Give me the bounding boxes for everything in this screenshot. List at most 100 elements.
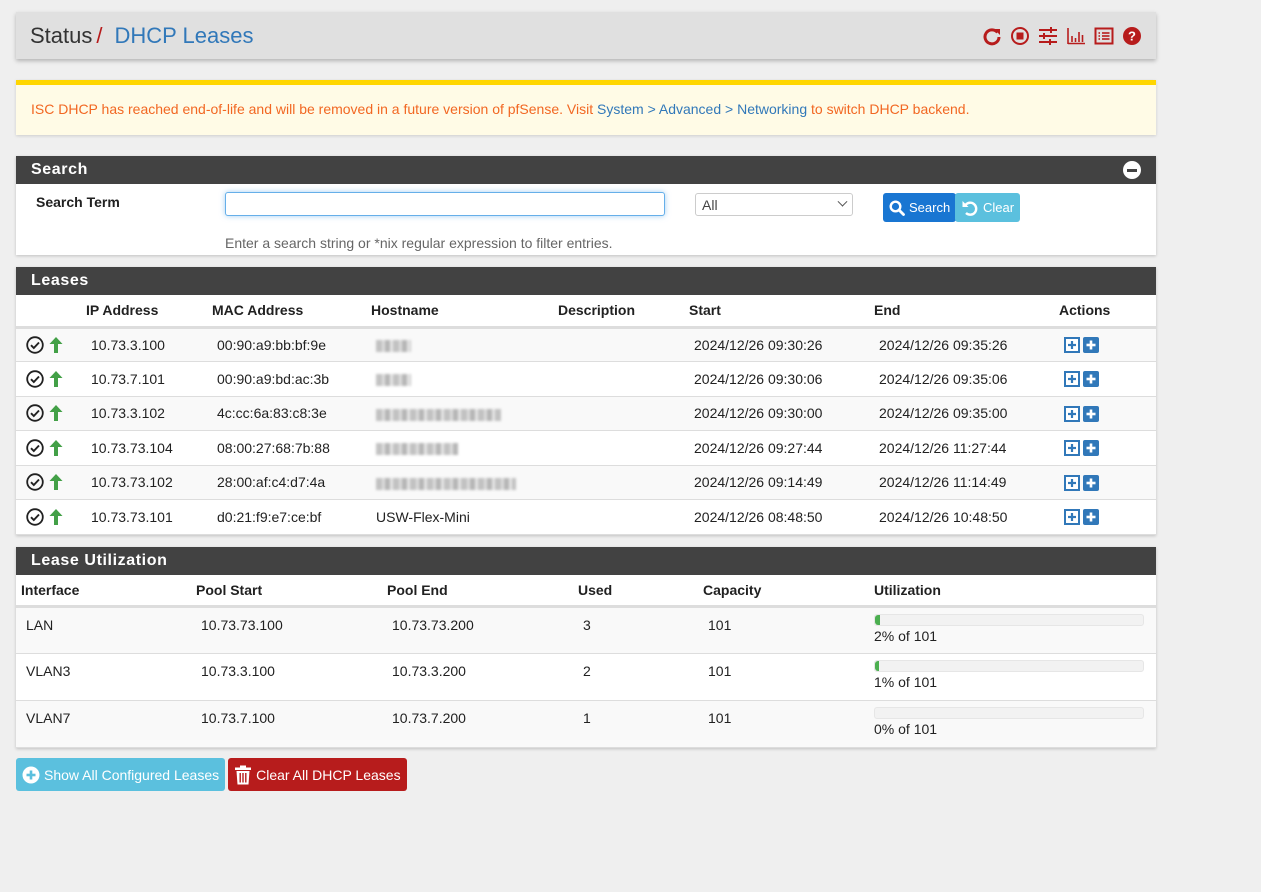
col-end[interactable]: End: [874, 295, 1059, 329]
check-circle-icon: [26, 336, 44, 354]
col-pool-start: Pool Start: [196, 574, 387, 608]
util-capacity: 101: [703, 653, 874, 701]
redacted-hostname: [376, 408, 501, 421]
col-description[interactable]: Description: [558, 295, 689, 329]
online-arrow-up-icon: [48, 404, 64, 422]
lease-ip: 10.73.73.104: [86, 430, 212, 466]
lease-start: 2024/12/26 09:30:26: [689, 327, 874, 362]
lease-start: 2024/12/26 09:30:00: [689, 396, 874, 431]
bar-chart-icon[interactable]: [1065, 25, 1086, 46]
settings-sliders-icon[interactable]: [1037, 25, 1058, 46]
lease-ip: 10.73.3.100: [86, 327, 212, 362]
util-capacity: 101: [703, 700, 874, 748]
lease-actions: [1059, 361, 1156, 397]
lease-ip: 10.73.73.102: [86, 465, 212, 500]
util-used: 3: [578, 606, 703, 654]
utilization-table: Interface Pool Start Pool End Used Capac…: [16, 574, 1156, 748]
col-interface: Interface: [16, 574, 196, 608]
page-wrapper: Status / DHCP Leases ? ISC DHCP has reac…: [16, 12, 1156, 791]
util-pool-start: 10.73.7.100: [196, 700, 387, 748]
check-circle-icon: [26, 439, 44, 457]
check-circle-icon: [26, 473, 44, 492]
svg-text:?: ?: [1128, 28, 1136, 43]
check-circle-icon: [26, 508, 44, 526]
search-term-input[interactable]: [225, 192, 665, 216]
lease-row: 10.73.3.100 00:90:a9:bb:bf:9e 2024/12/26…: [16, 327, 1156, 362]
lease-hostname: [371, 465, 558, 500]
online-arrow-up-icon: [48, 370, 64, 388]
advanced-networking-link[interactable]: System > Advanced > Networking: [597, 101, 807, 117]
search-panel-header: Search: [16, 156, 1156, 184]
chevron-down-icon: [837, 196, 848, 207]
clear-all-label: Clear All DHCP Leases: [256, 766, 401, 783]
add-static-mapping-icon[interactable]: [1064, 474, 1080, 491]
log-list-icon[interactable]: [1093, 25, 1114, 46]
add-wol-mapping-icon[interactable]: [1083, 474, 1099, 491]
leases-header-row: IP Address MAC Address Hostname Descript…: [16, 295, 1156, 329]
leases-panel: Leases IP Address MAC Address Hostname D…: [16, 267, 1156, 535]
util-interface: VLAN7: [16, 700, 196, 748]
add-wol-mapping-icon[interactable]: [1083, 440, 1099, 457]
add-static-mapping-icon[interactable]: [1064, 371, 1080, 388]
lease-row: 10.73.3.102 4c:cc:6a:83:c8:3e 2024/12/26…: [16, 396, 1156, 431]
lease-mac: d0:21:f9:e7:ce:bf: [212, 499, 371, 535]
add-static-mapping-icon[interactable]: [1064, 509, 1080, 526]
search-help-text: Enter a search string or *nix regular ex…: [225, 235, 613, 251]
show-all-label: Show All Configured Leases: [44, 766, 220, 783]
add-static-mapping-icon[interactable]: [1064, 440, 1080, 457]
redacted-hostname: [376, 477, 516, 490]
col-status: [16, 295, 86, 329]
search-button[interactable]: Search: [883, 193, 957, 222]
online-arrow-up-icon: [48, 473, 64, 491]
util-pool-end: 10.73.7.200: [387, 700, 578, 748]
lease-hostname: [371, 430, 558, 466]
lease-row: 10.73.73.102 28:00:af:c4:d7:4a 2024/12/2…: [16, 465, 1156, 500]
util-used: 2: [578, 653, 703, 701]
lease-ip: 10.73.7.101: [86, 361, 212, 397]
add-wol-mapping-icon[interactable]: [1083, 337, 1099, 354]
lease-hostname: [371, 396, 558, 431]
util-used: 1: [578, 700, 703, 748]
online-arrow-up-icon: [48, 336, 64, 354]
check-circle-icon: [26, 404, 44, 423]
lease-status-cell: [16, 465, 86, 500]
add-static-mapping-icon[interactable]: [1064, 337, 1080, 354]
hostname-text: USW-Flex-Mini: [376, 508, 470, 525]
collapse-minus-icon[interactable]: [1123, 161, 1141, 179]
clear-all-dhcp-leases-button[interactable]: Clear All DHCP Leases: [228, 758, 407, 791]
col-start[interactable]: Start: [689, 295, 874, 329]
col-mac-address[interactable]: MAC Address: [212, 295, 371, 329]
col-pool-end: Pool End: [387, 574, 578, 608]
show-all-configured-leases-button[interactable]: Show All Configured Leases: [16, 758, 226, 791]
util-interface: LAN: [16, 606, 196, 654]
col-hostname[interactable]: Hostname: [371, 295, 558, 329]
trash-icon: [235, 765, 252, 784]
col-ip-address[interactable]: IP Address: [86, 295, 212, 329]
add-static-mapping-icon[interactable]: [1064, 405, 1080, 422]
lease-description: [558, 430, 689, 466]
reload-icon[interactable]: [981, 25, 1002, 46]
lease-actions: [1059, 327, 1156, 362]
stop-icon[interactable]: [1009, 25, 1030, 46]
redacted-hostname: [376, 374, 411, 387]
header-icons: ?: [981, 25, 1142, 46]
lease-status-cell: [16, 499, 86, 535]
add-wol-mapping-icon[interactable]: [1083, 371, 1099, 388]
add-wol-mapping-icon[interactable]: [1083, 509, 1099, 526]
lease-actions: [1059, 430, 1156, 466]
add-wol-mapping-icon[interactable]: [1083, 405, 1099, 422]
breadcrumb-current[interactable]: DHCP Leases: [115, 23, 254, 49]
lease-mac: 4c:cc:6a:83:c8:3e: [212, 396, 371, 431]
lease-start: 2024/12/26 09:14:49: [689, 465, 874, 500]
col-utilization: Utilization: [874, 574, 1156, 608]
utilization-header-row: Interface Pool Start Pool End Used Capac…: [16, 574, 1156, 608]
lease-actions: [1059, 499, 1156, 535]
util-utilization: 1% of 101: [874, 653, 1156, 701]
lease-end: 2024/12/26 09:35:26: [874, 327, 1059, 362]
lease-hostname: [371, 361, 558, 397]
utilization-row: LAN 10.73.73.100 10.73.73.200 3 101 2% o…: [16, 606, 1156, 654]
clear-button[interactable]: Clear: [955, 193, 1021, 222]
search-field-select[interactable]: All: [695, 193, 853, 216]
lease-description: [558, 499, 689, 535]
help-icon[interactable]: ?: [1121, 25, 1142, 46]
